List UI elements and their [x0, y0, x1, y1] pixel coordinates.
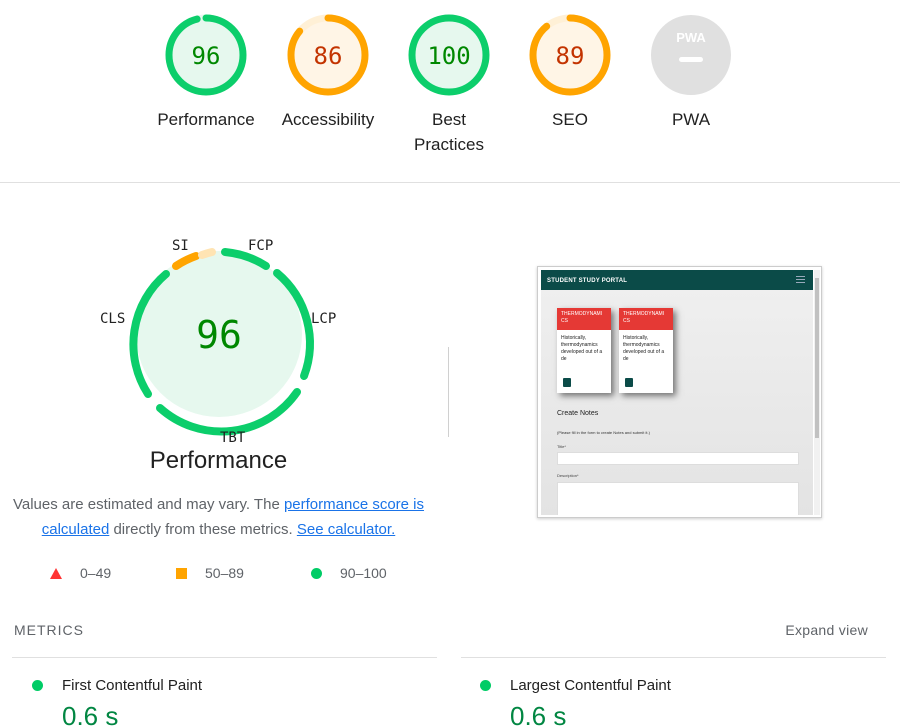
metrics-divider [461, 657, 886, 658]
expand-view-toggle[interactable]: Expand view [785, 622, 868, 638]
screenshot-note-card: THERMODYNAMI CS Historically, thermodyna… [619, 308, 673, 393]
metric-label-fcp: FCP [248, 238, 274, 254]
gauge-accessibility[interactable]: 86 Accessibility [268, 13, 388, 132]
average-square-icon [176, 567, 187, 579]
performance-note: Values are estimated and may vary. The p… [12, 496, 425, 538]
metric-label-tbt: TBT [220, 430, 246, 446]
metrics-header: METRICS [14, 622, 84, 638]
screenshot-title-input [557, 452, 799, 465]
gauge-pwa[interactable]: PWA PWA [631, 13, 751, 132]
category-gauges: 96 Performance 86 Accessibility 100 Best… [0, 0, 900, 183]
performance-gauge-ring: 96 [165, 14, 247, 96]
vertical-divider [448, 347, 449, 437]
legend-fail: 0–49 [50, 565, 111, 581]
gauge-score: 100 [427, 42, 470, 70]
legend-pass: 90–100 [311, 565, 387, 581]
screenshot-instructions: (Please fill in the form to create Notes… [557, 430, 650, 435]
performance-title: Performance [149, 447, 288, 474]
screenshot-scrollbar [814, 270, 820, 515]
legend-average: 50–89 [176, 565, 244, 581]
screenshot-description-input [557, 482, 799, 515]
metric-label-si: SI [172, 238, 189, 254]
screenshot-description-label: Description* [557, 473, 579, 478]
pass-circle-icon [32, 680, 43, 691]
accessibility-gauge-ring: 86 [287, 14, 369, 96]
gauge-performance[interactable]: 96 Performance [146, 13, 266, 132]
metric-label-cls: CLS [100, 311, 126, 327]
gauge-score: 96 [192, 42, 221, 70]
trash-icon [625, 378, 633, 387]
best-practices-gauge-ring: 100 [408, 14, 490, 96]
metric-label-lcp: LCP [311, 311, 337, 327]
screenshot-navbar: STUDENT STUDY PORTAL [541, 270, 813, 290]
screenshot-page: STUDENT STUDY PORTAL THERMODYNAMI CS His… [541, 270, 813, 515]
gauge-score: 89 [556, 42, 585, 70]
screenshot-title-label: Title* [557, 444, 566, 449]
segment-si-remainder [198, 248, 216, 259]
pwa-badge-icon: PWA [651, 15, 731, 95]
gauge-best-practices[interactable]: 100 Best Practices [389, 13, 509, 157]
gauge-score: 86 [314, 42, 343, 70]
gauge-seo[interactable]: 89 SEO [510, 13, 630, 132]
gauge-label: Performance [157, 110, 255, 129]
final-screenshot[interactable]: STUDENT STUDY PORTAL THERMODYNAMI CS His… [537, 266, 822, 518]
gauge-label: Accessibility [281, 110, 375, 129]
pwa-badge-text: PWA [676, 30, 706, 45]
hamburger-icon [796, 276, 805, 283]
gauge-label: PWA [671, 110, 711, 129]
performance-score: 96 [196, 313, 242, 357]
fail-triangle-icon [50, 567, 62, 579]
gauge-label: Best Practices [414, 110, 484, 154]
pass-circle-icon [480, 680, 491, 691]
trash-icon [563, 378, 571, 387]
performance-detail-gauge: 96 SI FCP LCP TBT CLS [80, 230, 360, 480]
screenshot-note-card: THERMODYNAMI CS Historically, thermodyna… [557, 308, 611, 393]
gauge-label: SEO [552, 110, 588, 129]
seo-gauge-ring: 89 [529, 14, 611, 96]
metrics-divider [12, 657, 437, 658]
screenshot-heading: Create Notes [557, 410, 599, 417]
see-calculator-link[interactable]: See calculator. [297, 521, 395, 538]
pass-circle-icon [311, 567, 322, 579]
